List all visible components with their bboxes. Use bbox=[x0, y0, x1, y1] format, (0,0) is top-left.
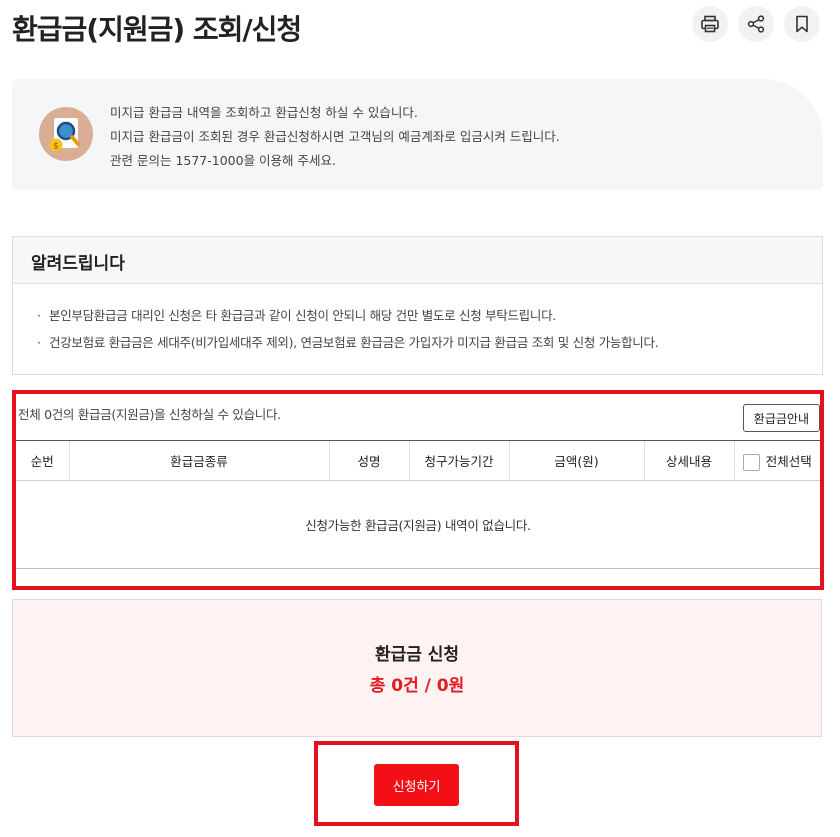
share-icon bbox=[747, 15, 765, 33]
print-button[interactable] bbox=[692, 6, 728, 42]
table-header-row: 순번 환급금종류 성명 청구가능기간 금액(원) 상세내용 전체선택 bbox=[16, 440, 820, 481]
notice-item: 본인부담환급금 대리인 신청은 타 환급금과 같이 신청이 안되니 해당 건만 … bbox=[37, 302, 798, 329]
info-box: $ 미지급 환급금 내역을 조회하고 환급신청 하실 수 있습니다. 미지급 환… bbox=[12, 79, 823, 190]
column-header-period: 청구가능기간 bbox=[408, 440, 509, 481]
refund-guide-button[interactable]: 환급금안내 bbox=[742, 404, 820, 432]
apply-summary: 환급금 신청 총 0건 / 0원 bbox=[12, 599, 822, 737]
summary-amount: 총 0건 / 0원 bbox=[369, 676, 465, 696]
info-line: 미지급 환급금 내역을 조회하고 환급신청 하실 수 있습니다. bbox=[110, 105, 418, 120]
apply-highlight-frame: 신청하기 bbox=[314, 741, 519, 826]
table-row: 신청가능한 환급금(지원금) 내역이 없습니다. bbox=[16, 480, 820, 569]
notice-panel: 알려드립니다 본인부담환급금 대리인 신청은 타 환급금과 같이 신청이 안되니… bbox=[12, 236, 823, 375]
refund-list-section: 전체 0건의 환급금(지원금)을 신청하실 수 있습니다. 환급금안내 순번 환… bbox=[12, 390, 824, 590]
bookmark-button[interactable] bbox=[784, 6, 820, 42]
info-line: 관련 문의는 1577-1000을 이용해 주세요. bbox=[110, 153, 337, 168]
column-header-type: 환급금종류 bbox=[68, 440, 329, 481]
column-header-detail: 상세내용 bbox=[643, 440, 734, 481]
select-all-label: 전체선택 bbox=[765, 453, 812, 469]
select-all-checkbox[interactable] bbox=[742, 453, 760, 471]
column-header-index: 순번 bbox=[16, 440, 69, 481]
share-button[interactable] bbox=[738, 6, 774, 42]
apply-button[interactable]: 신청하기 bbox=[374, 764, 459, 806]
notice-item: 건강보험료 환급금은 세대주(비가입세대주 제외), 연금보험료 환급금은 가입… bbox=[37, 329, 798, 356]
column-header-amount: 금액(원) bbox=[508, 440, 644, 481]
column-header-select-all[interactable]: 전체선택 bbox=[733, 440, 820, 481]
empty-message: 신청가능한 환급금(지원금) 내역이 없습니다. bbox=[16, 480, 820, 569]
bookmark-icon bbox=[796, 15, 808, 33]
page-title: 환급금(지원금) 조회/신청 bbox=[12, 13, 302, 46]
svg-text:$: $ bbox=[53, 142, 59, 152]
notice-list: 본인부담환급금 대리인 신청은 타 환급금과 같이 신청이 안되니 해당 건만 … bbox=[13, 284, 822, 356]
summary-title: 환급금 신청 bbox=[374, 645, 460, 665]
top-actions bbox=[692, 6, 820, 42]
print-icon bbox=[701, 15, 719, 33]
notice-title: 알려드립니다 bbox=[13, 237, 822, 284]
total-count-text: 전체 0건의 환급금(지원금)을 신청하실 수 있습니다. bbox=[18, 407, 281, 422]
refund-table: 순번 환급금종류 성명 청구가능기간 금액(원) 상세내용 전체선택 신청가능한… bbox=[16, 440, 820, 569]
magnifier-document-icon: $ bbox=[39, 107, 93, 161]
info-text: 미지급 환급금 내역을 조회하고 환급신청 하실 수 있습니다. 미지급 환급금… bbox=[110, 101, 560, 173]
info-line: 미지급 환급금이 조회된 경우 환급신청하시면 고객님의 예금계좌로 입금시켜 … bbox=[110, 129, 560, 144]
column-header-name: 성명 bbox=[328, 440, 409, 481]
